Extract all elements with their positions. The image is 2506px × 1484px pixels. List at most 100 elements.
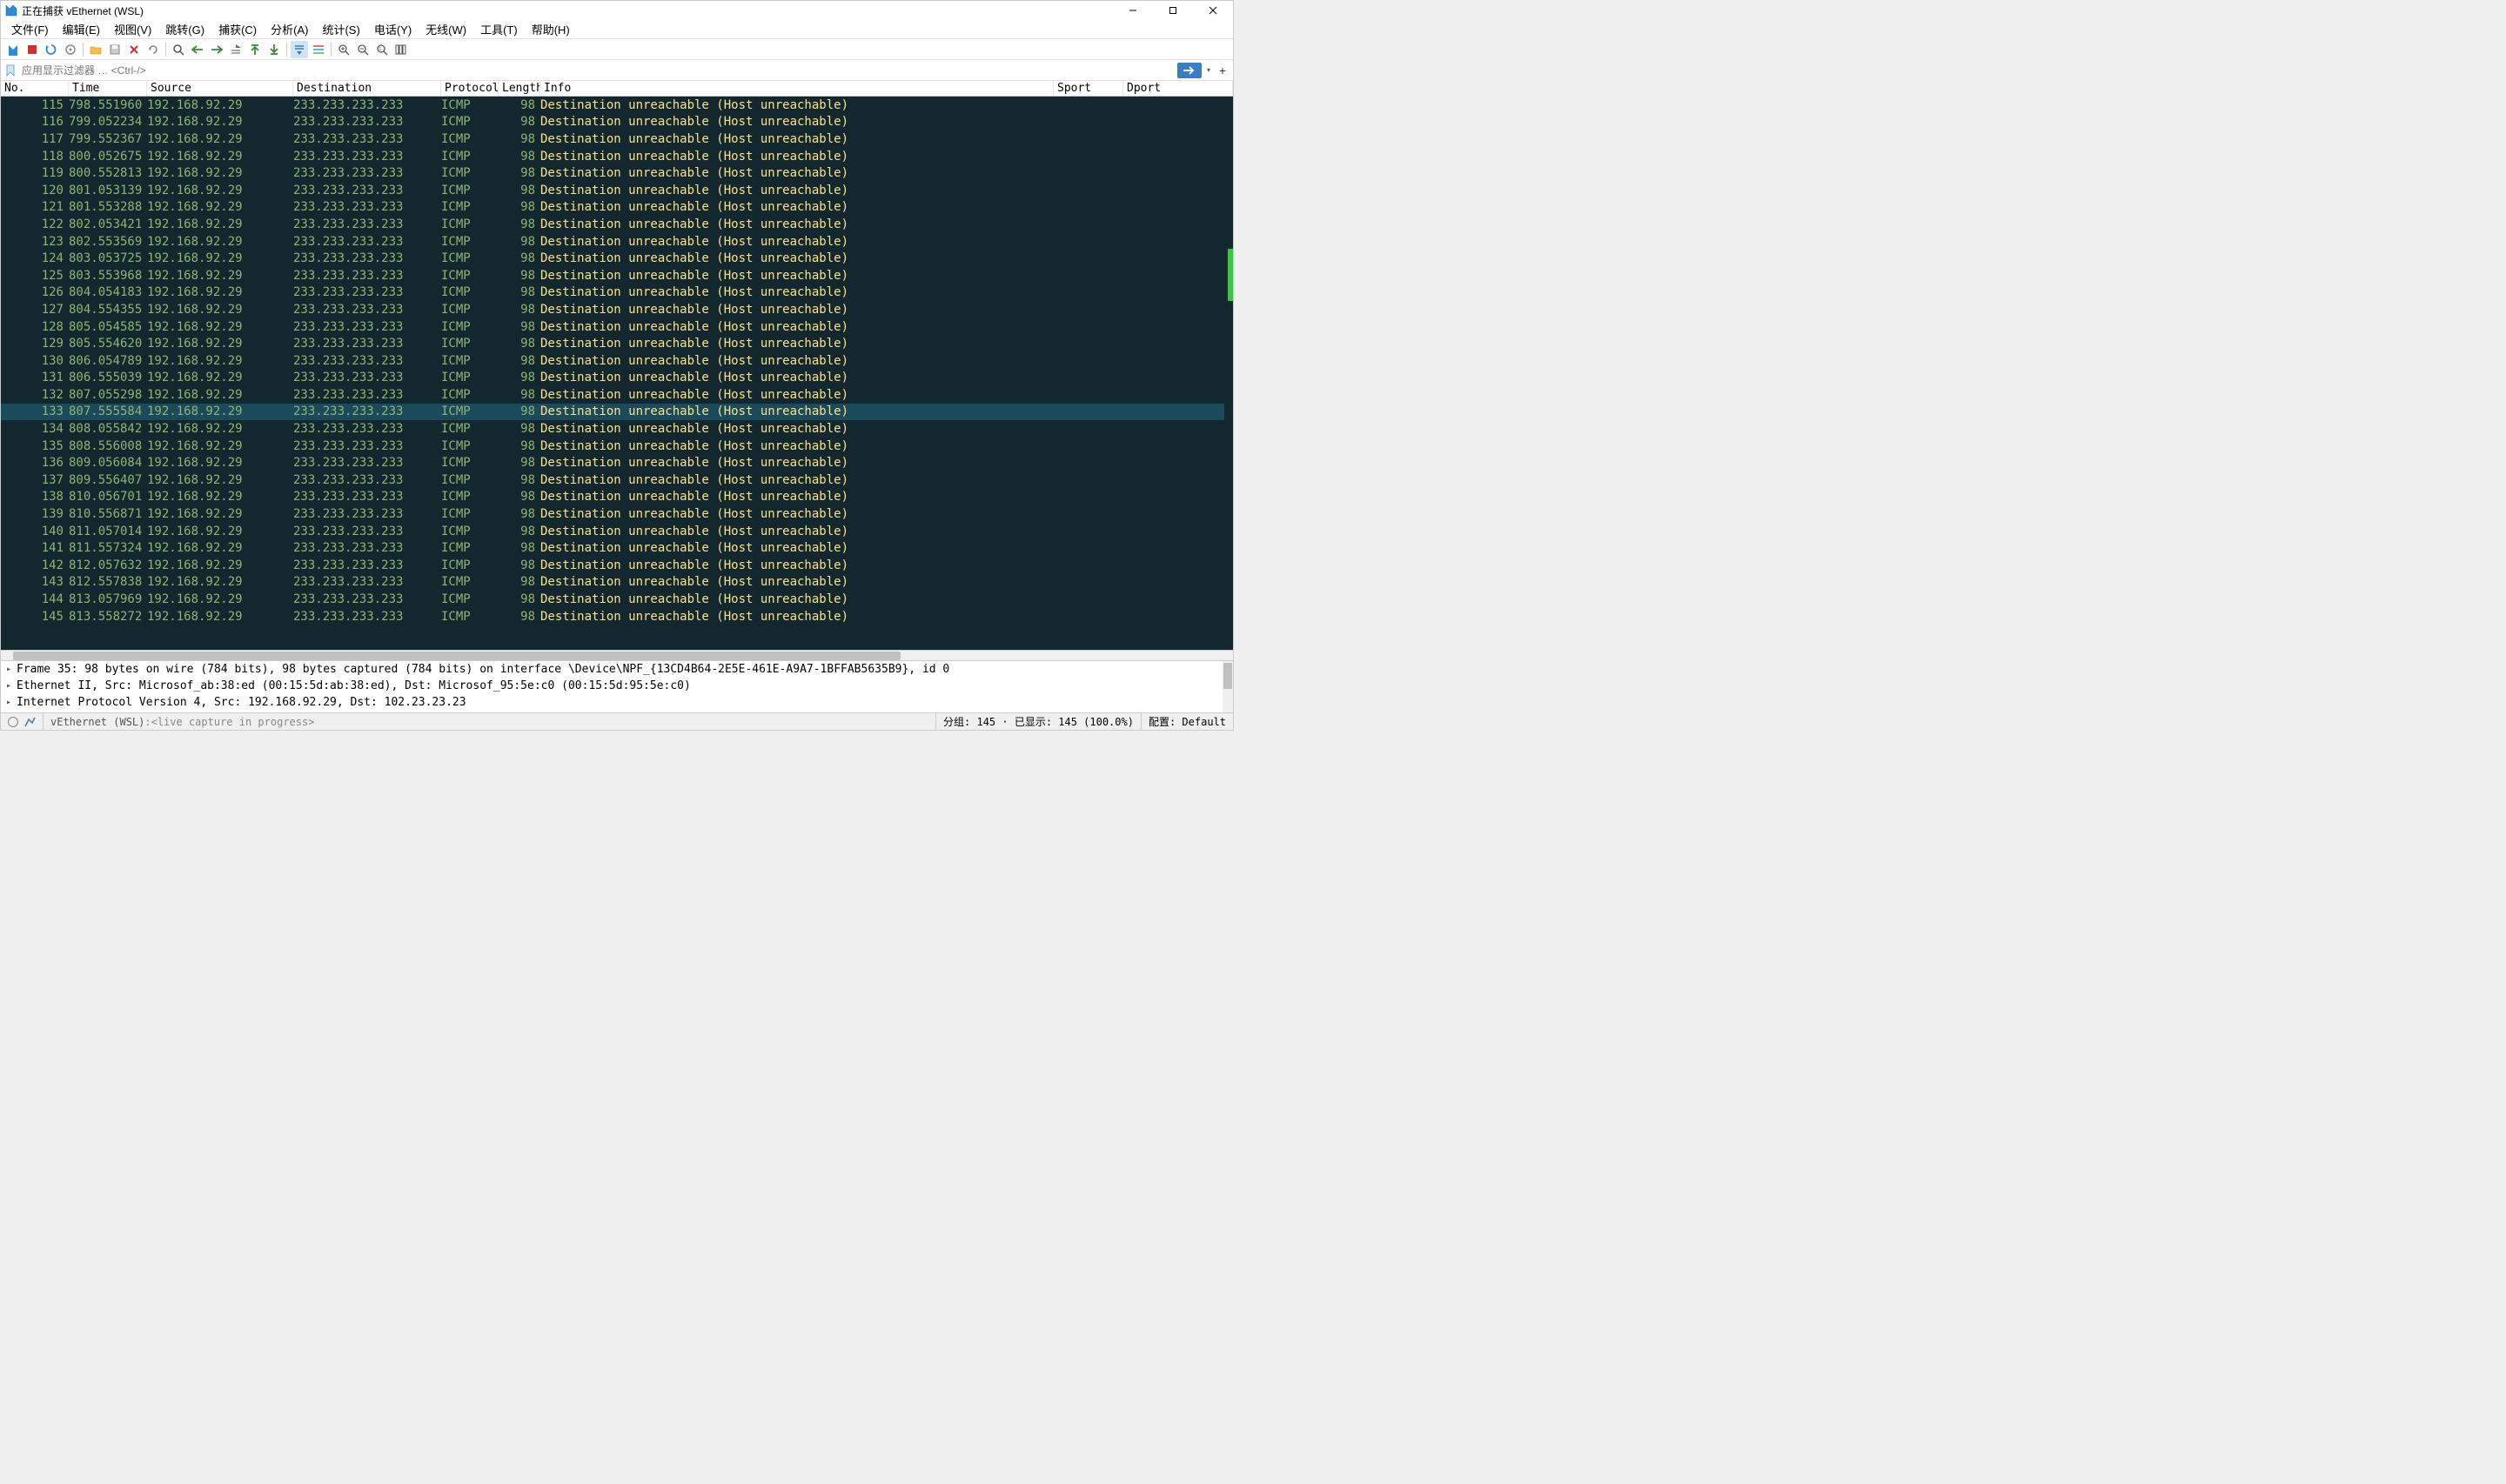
packet-row[interactable]: 126804.054183192.168.92.29233.233.233.23… [1,284,1224,302]
add-filter-button[interactable]: + [1216,63,1230,78]
col-header-info[interactable]: Info [540,81,1054,96]
details-scroll-thumb[interactable] [1223,663,1232,689]
menu-wireless[interactable]: 无线(W) [419,19,473,39]
menu-edit[interactable]: 编辑(E) [56,19,107,39]
packet-row[interactable]: 133807.555584192.168.92.29233.233.233.23… [1,404,1224,421]
display-filter-input[interactable] [18,63,1177,78]
packet-row[interactable]: 120801.053139192.168.92.29233.233.233.23… [1,182,1224,199]
packet-row[interactable]: 115798.551960192.168.92.29233.233.233.23… [1,97,1224,114]
packet-row[interactable]: 124803.053725192.168.92.29233.233.233.23… [1,250,1224,267]
detail-eth-text: Ethernet II, Src: Microsof_ab:38:ed (00:… [17,679,691,692]
col-header-protocol[interactable]: Protocol [441,81,499,96]
maximize-button[interactable] [1153,1,1193,20]
packet-row[interactable]: 128805.054585192.168.92.29233.233.233.23… [1,318,1224,336]
goto-packet-button[interactable] [227,41,245,58]
expand-icon[interactable]: ▸ [6,665,17,674]
menu-capture[interactable]: 捕获(C) [211,19,264,39]
packet-row[interactable]: 116799.052234192.168.92.29233.233.233.23… [1,114,1224,131]
col-header-length[interactable]: Length [499,81,540,96]
menu-goto[interactable]: 跳转(G) [158,19,211,39]
apply-filter-button[interactable] [1177,63,1202,78]
stop-capture-button[interactable] [23,41,41,58]
filter-dropdown-button[interactable]: ▾ [1203,63,1214,78]
go-first-button[interactable] [246,41,264,58]
resize-columns-button[interactable] [392,41,410,58]
packet-row[interactable]: 140811.057014192.168.92.29233.233.233.23… [1,523,1224,540]
col-header-destination[interactable]: Destination [293,81,441,96]
detail-frame[interactable]: ▸Frame 35: 98 bytes on wire (784 bits), … [1,661,1233,678]
packet-row[interactable]: 117799.552367192.168.92.29233.233.233.23… [1,130,1224,148]
col-header-time[interactable]: Time [69,81,147,96]
close-file-button[interactable] [125,41,143,58]
details-scrollbar[interactable] [1223,661,1233,712]
packet-row[interactable]: 131806.555039192.168.92.29233.233.233.23… [1,370,1224,387]
packet-row[interactable]: 118800.052675192.168.92.29233.233.233.23… [1,148,1224,165]
packet-row[interactable]: 139810.556871192.168.92.29233.233.233.23… [1,505,1224,523]
packet-row[interactable]: 125803.553968192.168.92.29233.233.233.23… [1,267,1224,284]
go-back-button[interactable] [189,41,206,58]
menu-file[interactable]: 文件(F) [4,19,56,39]
packet-row[interactable]: 138810.056701192.168.92.29233.233.233.23… [1,489,1224,506]
col-header-source[interactable]: Source [147,81,293,96]
menu-analyze[interactable]: 分析(A) [264,19,315,39]
detail-ip[interactable]: ▸Internet Protocol Version 4, Src: 192.1… [1,694,1233,711]
zoom-reset-button[interactable]: 1 [373,41,391,58]
packet-list-scrollbar[interactable] [1224,97,1233,650]
scrollbar-thumb[interactable] [1228,249,1233,301]
colorize-button[interactable] [310,41,327,58]
packet-row[interactable]: 130806.054789192.168.92.29233.233.233.23… [1,352,1224,370]
packet-row[interactable]: 135808.556008192.168.92.29233.233.233.23… [1,438,1224,455]
packet-row[interactable]: 145813.558272192.168.92.29233.233.233.23… [1,608,1224,625]
status-iface-name: vEthernet (WSL) [50,716,144,728]
packet-row[interactable]: 142812.057632192.168.92.29233.233.233.23… [1,557,1224,574]
zoom-in-button[interactable] [335,41,352,58]
menu-tools[interactable]: 工具(T) [473,19,525,39]
status-expert[interactable] [1,713,44,730]
menu-view[interactable]: 视图(V) [107,19,158,39]
restart-capture-button[interactable] [43,41,60,58]
close-button[interactable] [1193,1,1233,20]
status-capture-hint: <live capture in progress> [151,716,315,728]
go-forward-button[interactable] [208,41,225,58]
horizontal-scrollbar[interactable] [1,650,1233,660]
reload-button[interactable] [144,41,162,58]
packet-details[interactable]: ▸Frame 35: 98 bytes on wire (784 bits), … [1,660,1233,712]
packet-row[interactable]: 123802.553569192.168.92.29233.233.233.23… [1,233,1224,251]
hscroll-thumb[interactable] [13,652,901,660]
packet-row[interactable]: 136809.056084192.168.92.29233.233.233.23… [1,454,1224,471]
packet-row[interactable]: 119800.552813192.168.92.29233.233.233.23… [1,164,1224,182]
filter-controls: ▾ + [1177,63,1231,78]
packet-row[interactable]: 137809.556407192.168.92.29233.233.233.23… [1,471,1224,489]
go-last-button[interactable] [265,41,283,58]
toolbar-separator [83,43,84,57]
col-header-sport[interactable]: Sport [1054,81,1123,96]
packet-row[interactable]: 143812.557838192.168.92.29233.233.233.23… [1,574,1224,592]
packet-row[interactable]: 127804.554355192.168.92.29233.233.233.23… [1,301,1224,318]
minimize-button[interactable] [1113,1,1153,20]
packet-row[interactable]: 132807.055298192.168.92.29233.233.233.23… [1,386,1224,404]
menu-telephony[interactable]: 电话(Y) [367,19,419,39]
packet-row[interactable]: 129805.554620192.168.92.29233.233.233.23… [1,335,1224,352]
capture-options-button[interactable] [62,41,79,58]
find-button[interactable] [170,41,187,58]
save-file-button[interactable] [106,41,124,58]
packet-row[interactable]: 122802.053421192.168.92.29233.233.233.23… [1,216,1224,233]
packet-row[interactable]: 141811.557324192.168.92.29233.233.233.23… [1,539,1224,557]
menu-stats[interactable]: 统计(S) [315,19,366,39]
open-file-button[interactable] [87,41,104,58]
bookmark-icon[interactable] [3,63,18,78]
detail-ethernet[interactable]: ▸Ethernet II, Src: Microsof_ab:38:ed (00… [1,678,1233,694]
zoom-out-button[interactable] [354,41,372,58]
status-profile[interactable]: 配置: Default [1142,713,1233,730]
start-capture-button[interactable] [4,41,22,58]
packet-list[interactable]: 115798.551960192.168.92.29233.233.233.23… [1,97,1233,650]
menu-help[interactable]: 帮助(H) [525,19,577,39]
packet-row[interactable]: 134808.055842192.168.92.29233.233.233.23… [1,420,1224,438]
expand-icon[interactable]: ▸ [6,681,17,691]
packet-row[interactable]: 121801.553288192.168.92.29233.233.233.23… [1,199,1224,217]
packet-row[interactable]: 144813.057969192.168.92.29233.233.233.23… [1,591,1224,608]
expand-icon[interactable]: ▸ [6,698,17,707]
col-header-dport[interactable]: Dport [1123,81,1233,96]
auto-scroll-button[interactable] [291,41,308,58]
col-header-no[interactable]: No. [1,81,69,96]
